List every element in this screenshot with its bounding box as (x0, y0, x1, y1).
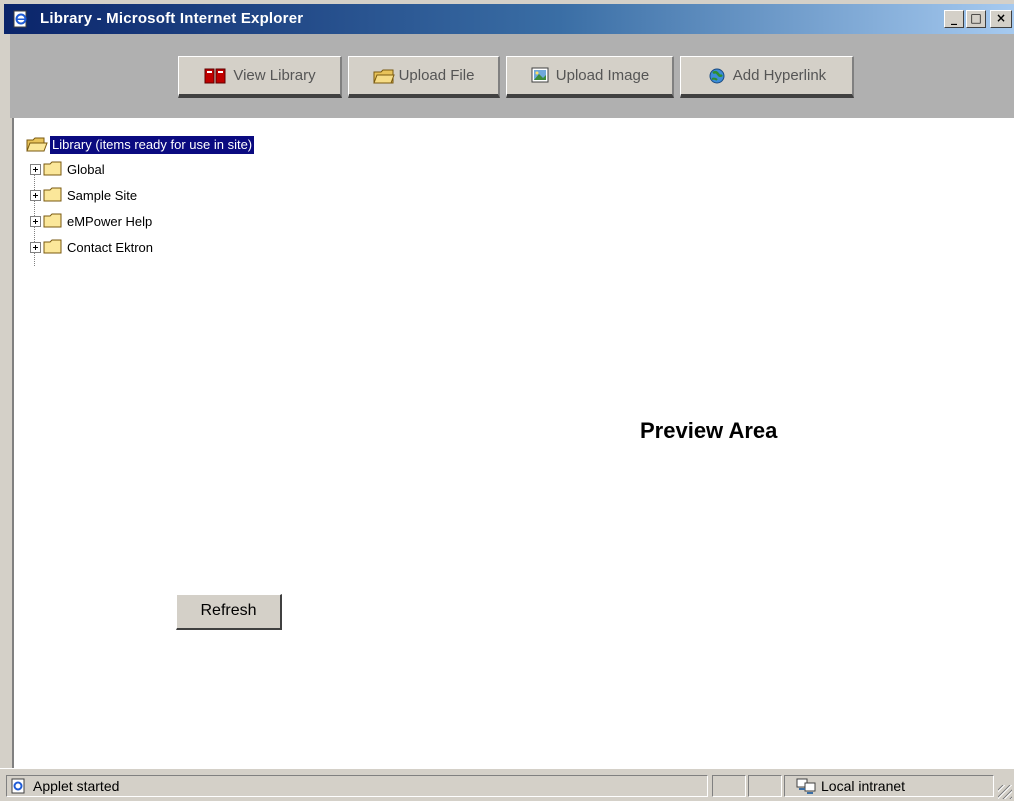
expand-plus-icon[interactable] (30, 215, 41, 227)
library-content: Library (items ready for use in site) Gl… (12, 118, 1014, 768)
upload-image-icon (531, 67, 549, 82)
library-toolbar: View Library Upload File Upload Image Ad… (10, 34, 1014, 118)
add-hyperlink-icon (709, 68, 725, 83)
view-library-label: View Library (233, 67, 316, 84)
tree-item-empower-help[interactable]: eMPower Help (26, 208, 254, 234)
close-button[interactable]: × (990, 10, 1012, 28)
upload-image-button[interactable]: Upload Image (506, 56, 674, 98)
preview-area-label: Preview Area (640, 418, 778, 443)
ie-page-icon (13, 10, 27, 28)
upload-file-button[interactable]: Upload File (348, 56, 500, 98)
security-zone-panel[interactable]: Local intranet (784, 775, 994, 797)
folder-icon (43, 161, 62, 176)
minimize-button[interactable]: _ (944, 10, 964, 28)
upload-image-label: Upload Image (555, 67, 650, 84)
tree-item-global[interactable]: Global (26, 156, 254, 182)
folder-icon (43, 187, 62, 202)
status-bar: Applet started Local intranet (0, 768, 1014, 801)
status-message: Applet started (33, 778, 120, 794)
maximize-button[interactable]: □ (966, 10, 986, 28)
library-tree: Library (items ready for use in site) Gl… (26, 134, 255, 266)
tree-root[interactable]: Library (items ready for use in site) (26, 134, 255, 156)
upload-file-icon (372, 69, 395, 83)
add-hyperlink-label: Add Hyperlink (732, 67, 827, 84)
status-message-panel: Applet started (6, 775, 708, 797)
view-library-button[interactable]: View Library (178, 56, 342, 98)
browser-window: Library - Microsoft Internet Explorer _ … (0, 0, 1014, 801)
upload-file-label: Upload File (398, 67, 475, 84)
add-hyperlink-button[interactable]: Add Hyperlink (680, 56, 854, 98)
view-library-icon (204, 68, 226, 83)
expand-plus-icon[interactable] (30, 163, 41, 175)
tree-item-label: Contact Ektron (67, 239, 153, 255)
tree-item-sample-site[interactable]: Sample Site (26, 182, 254, 208)
status-security-cell (748, 775, 782, 797)
status-progress-cell (712, 775, 746, 797)
tree-item-label: eMPower Help (67, 213, 153, 229)
security-zone-label: Local intranet (821, 778, 906, 794)
ie-page-icon (11, 778, 25, 794)
tree-item-contact-ektron[interactable]: Contact Ektron (26, 234, 254, 260)
window-title: Library - Microsoft Internet Explorer (40, 10, 304, 27)
folder-open-icon (26, 137, 48, 152)
folder-icon (43, 239, 62, 254)
tree-item-label: Global (67, 161, 105, 177)
folder-icon (43, 213, 62, 228)
tree-item-label: Sample Site (67, 187, 138, 203)
expand-plus-icon[interactable] (30, 241, 41, 253)
refresh-button[interactable]: Refresh (176, 594, 282, 630)
title-bar[interactable]: Library - Microsoft Internet Explorer _ … (4, 4, 1014, 34)
resize-grip[interactable] (998, 785, 1012, 799)
intranet-icon (796, 778, 816, 794)
expand-plus-icon[interactable] (30, 189, 41, 201)
tree-root-label: Library (items ready for use in site) (50, 136, 255, 154)
